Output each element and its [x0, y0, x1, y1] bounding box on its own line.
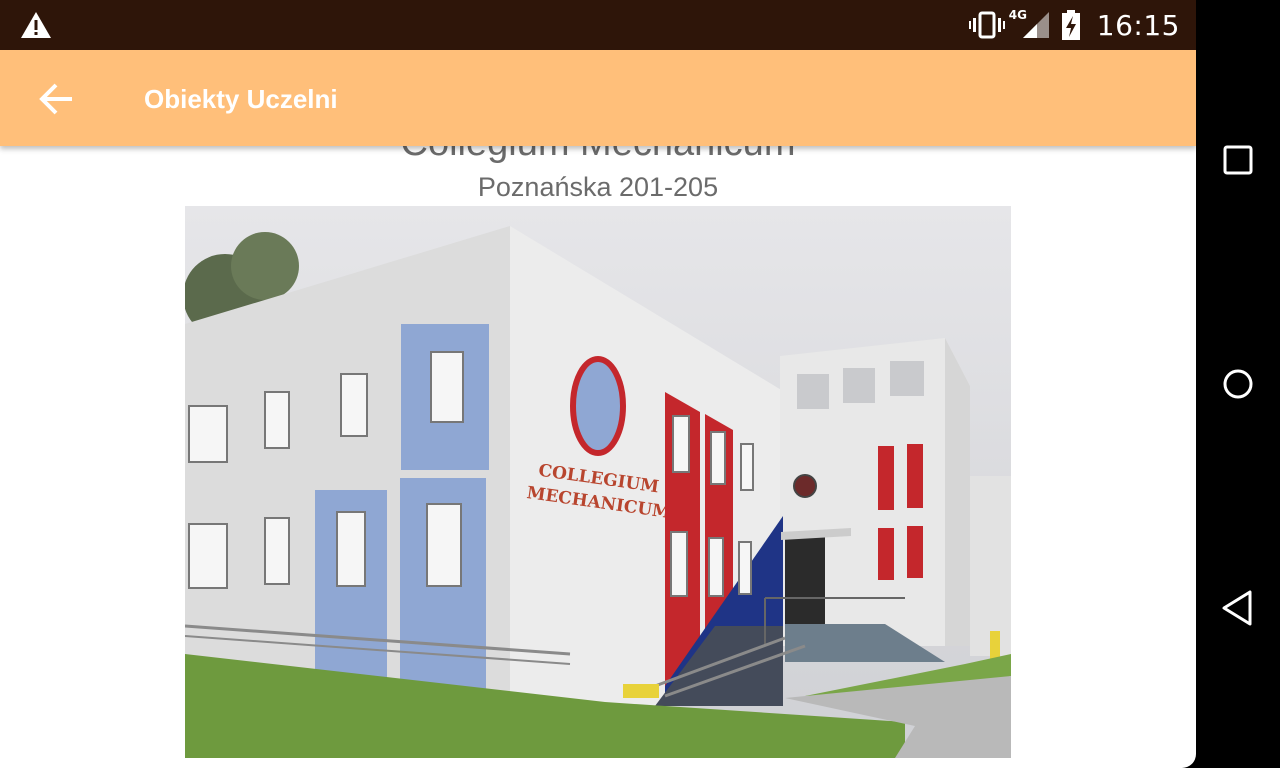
status-bar: 4G 16:15: [0, 0, 1196, 50]
back-icon[interactable]: [1216, 586, 1260, 630]
signal-icon: 4G: [1009, 8, 1051, 40]
navigation-bar: [1196, 0, 1280, 768]
building-photo: COLLEGIUM MECHANICUM: [185, 206, 1011, 758]
toolbar: Obiekty Uczelni: [0, 50, 1196, 146]
battery-charging-icon: [1061, 10, 1080, 40]
vibrate-icon: [968, 11, 1005, 39]
arrow-left-icon[interactable]: [28, 76, 84, 122]
status-icons: 4G 16:15: [968, 0, 1180, 50]
building-address: Poznańska 201-205: [477, 172, 719, 202]
recent-apps-icon[interactable]: [1216, 138, 1260, 182]
app-content: Obiekty Uczelni Collegium Mechanicum Poz…: [0, 50, 1196, 768]
toolbar-title: Obiekty Uczelni: [144, 84, 338, 114]
home-icon[interactable]: [1216, 362, 1260, 406]
status-time: 16:15: [1096, 8, 1180, 42]
warning-icon: [21, 12, 51, 38]
